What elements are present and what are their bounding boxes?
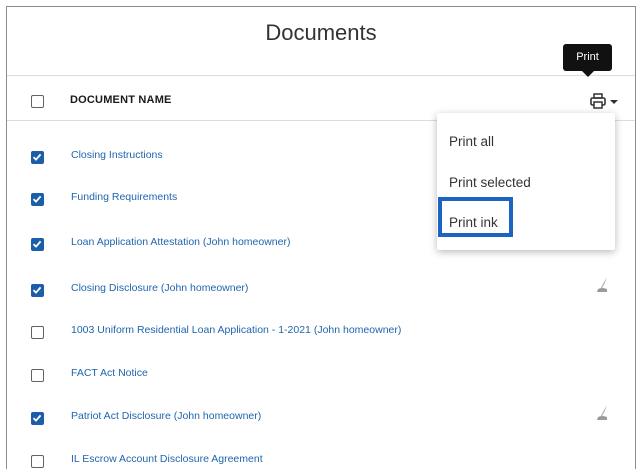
printer-icon[interactable] — [590, 93, 620, 111]
row-checkbox[interactable] — [31, 412, 44, 425]
document-link[interactable]: IL Escrow Account Disclosure Agreement — [71, 453, 263, 465]
check-icon — [32, 286, 42, 294]
document-link[interactable]: Patriot Act Disclosure (John homeowner) — [71, 410, 261, 422]
quill-signature-icon — [597, 405, 607, 420]
check-icon — [32, 195, 42, 203]
menu-item-print-selected[interactable]: Print selected — [449, 175, 531, 190]
quill-signature-icon — [597, 277, 607, 292]
row-checkbox[interactable] — [31, 326, 44, 339]
select-all-checkbox[interactable] — [31, 95, 44, 108]
document-link[interactable]: Closing Disclosure (John homeowner) — [71, 282, 248, 294]
print-tooltip: Print — [563, 44, 612, 77]
column-header-document-name[interactable]: DOCUMENT NAME — [70, 94, 172, 106]
page-title: Documents — [265, 20, 377, 45]
menu-item-print-all[interactable]: Print all — [449, 134, 494, 149]
document-link[interactable]: Funding Requirements — [71, 191, 177, 203]
chevron-down-icon — [610, 100, 618, 104]
row-checkbox[interactable] — [31, 369, 44, 382]
document-link[interactable]: 1003 Uniform Residential Loan Applicatio… — [71, 324, 401, 336]
row-checkbox[interactable] — [31, 238, 44, 251]
check-icon — [32, 414, 42, 422]
row-checkbox[interactable] — [31, 284, 44, 297]
document-link[interactable]: Closing Instructions — [71, 149, 163, 161]
row-checkbox[interactable] — [31, 193, 44, 206]
row-checkbox[interactable] — [31, 151, 44, 164]
print-ink-highlight — [438, 197, 513, 237]
check-icon — [32, 240, 42, 248]
document-link[interactable]: Loan Application Attestation (John homeo… — [71, 236, 290, 248]
check-icon — [32, 153, 42, 161]
row-checkbox[interactable] — [31, 455, 44, 468]
document-link[interactable]: FACT Act Notice — [71, 367, 148, 379]
title-divider — [7, 75, 635, 76]
